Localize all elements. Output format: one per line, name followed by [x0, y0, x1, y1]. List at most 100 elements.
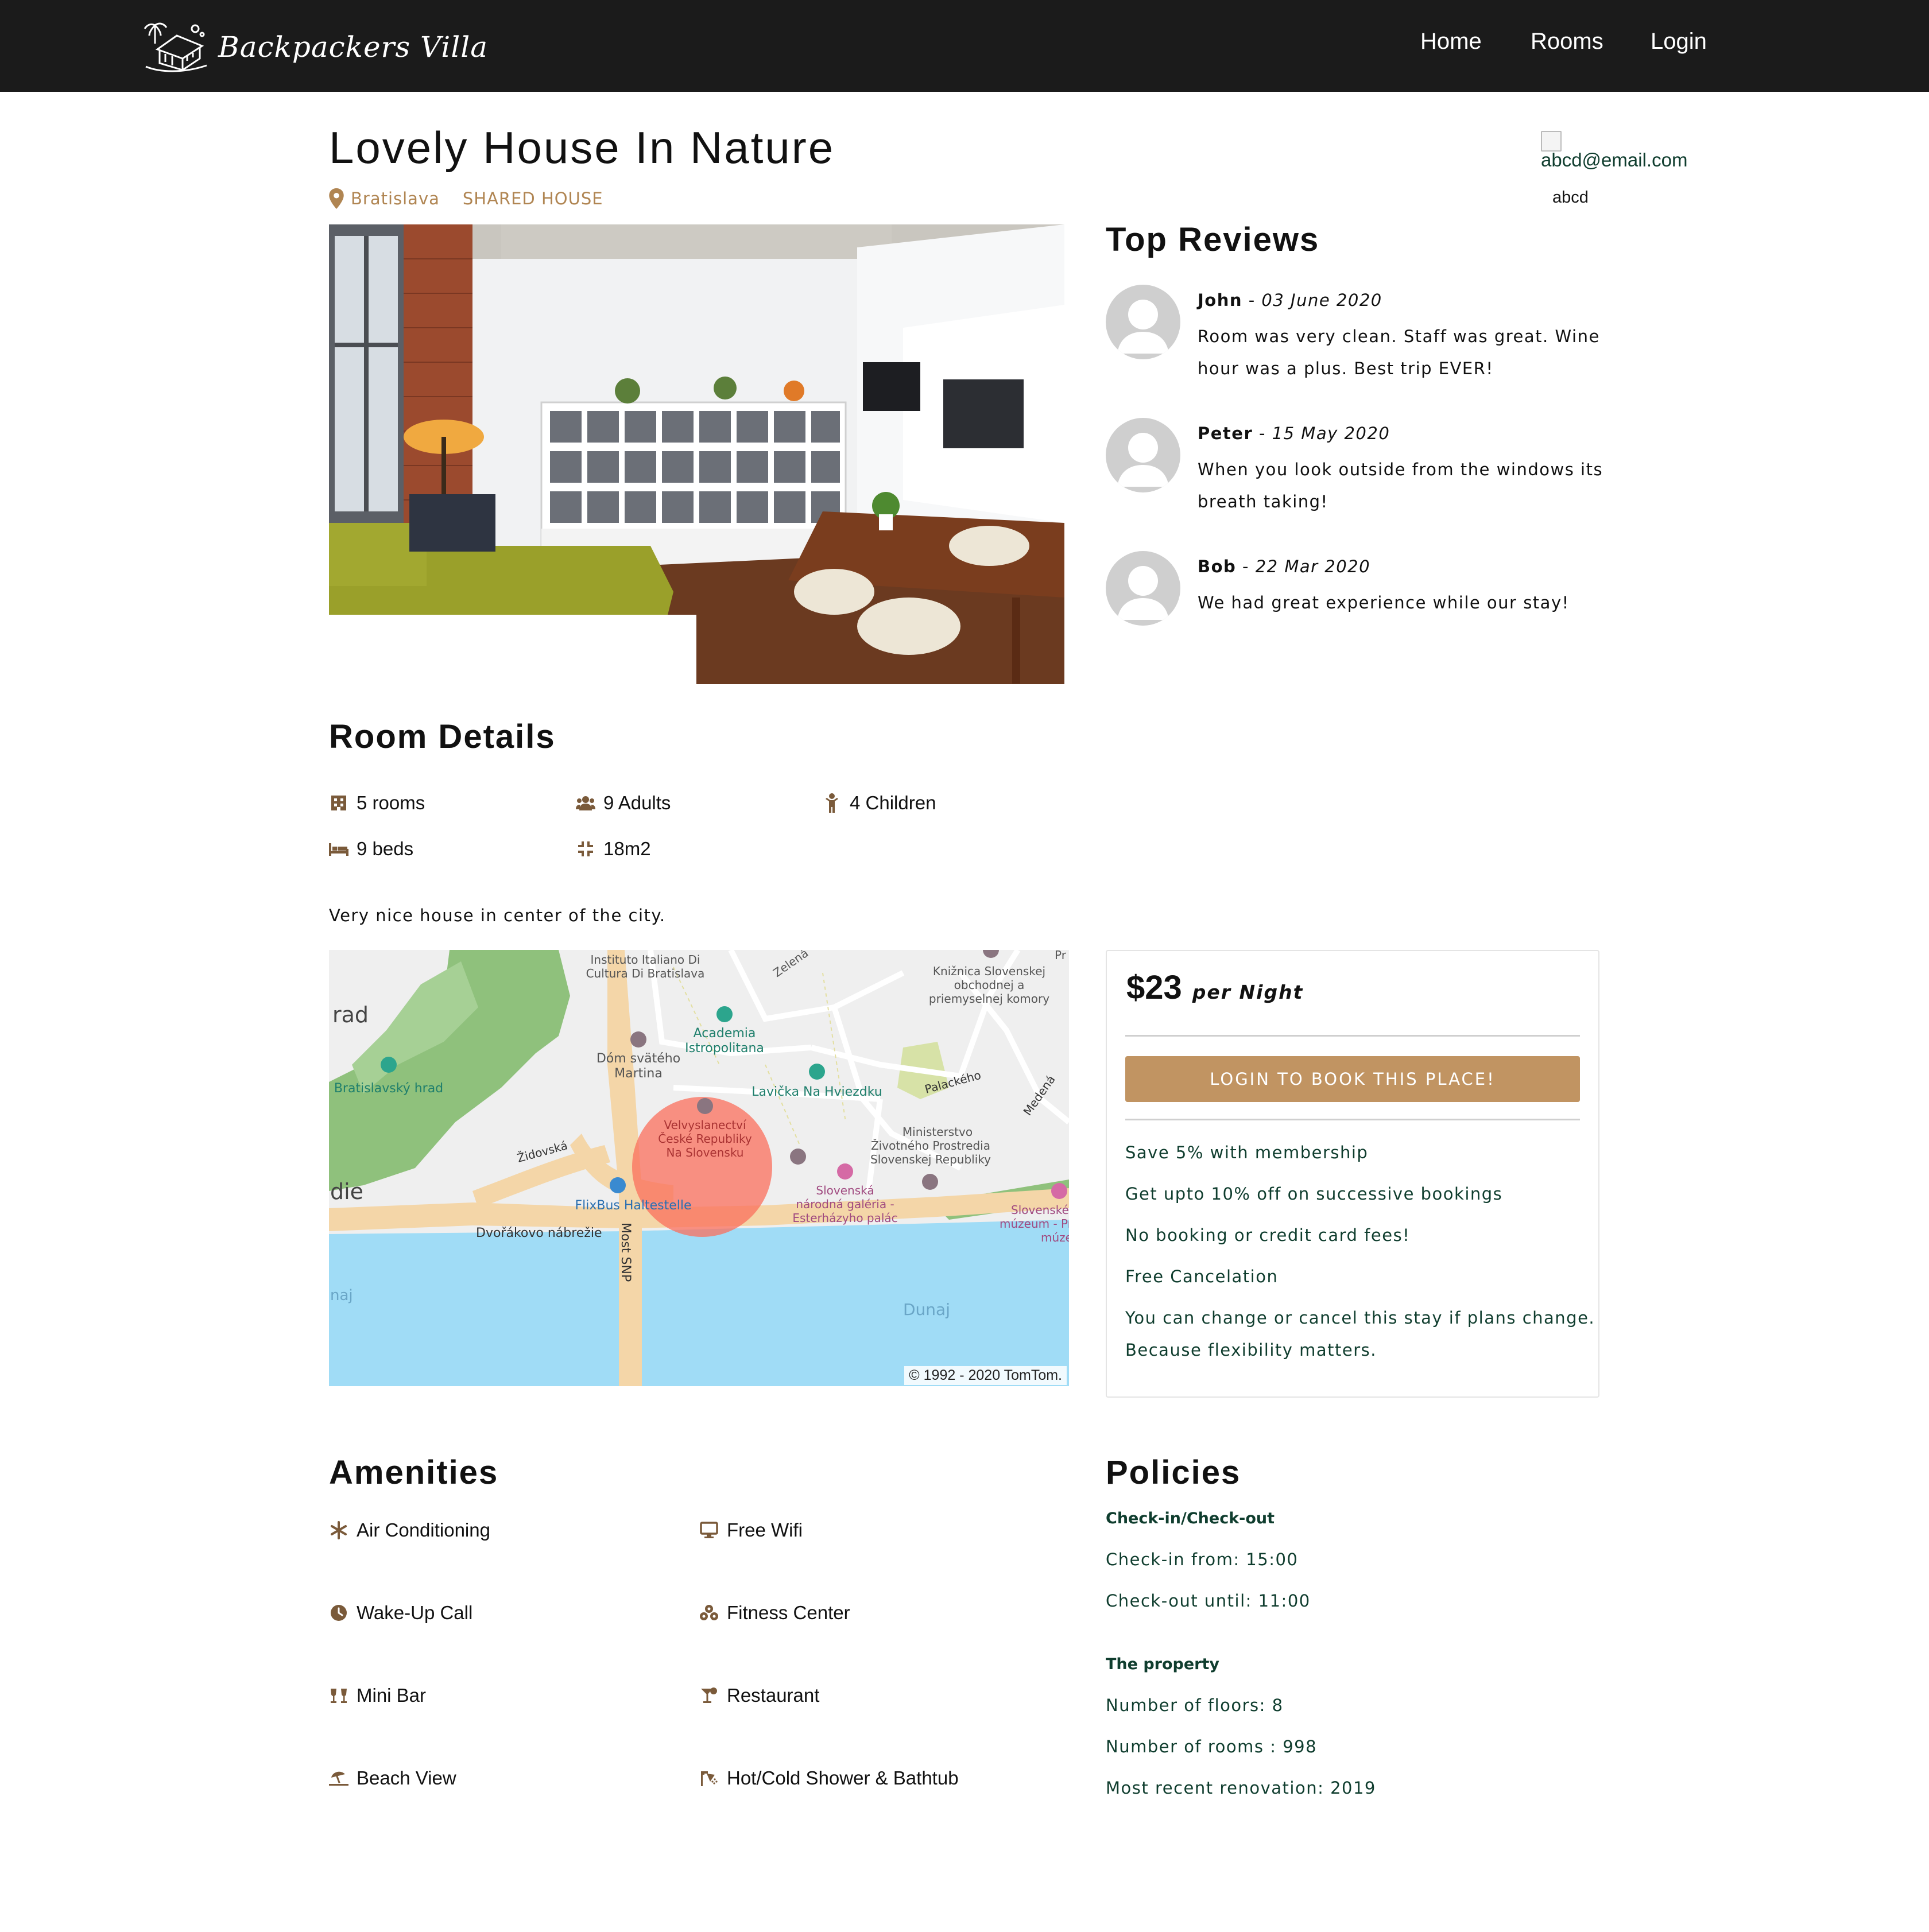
- detail-adults: 9 Adults: [576, 792, 671, 814]
- amenity-item: Free Wifi: [699, 1519, 803, 1541]
- clock-icon: [329, 1603, 348, 1623]
- amenity-label: Hot/Cold Shower & Bathtub: [727, 1767, 959, 1789]
- avatar: [1106, 285, 1180, 359]
- detail-label: 9 beds: [357, 838, 414, 859]
- map-label: Esterházyho palác: [792, 1211, 897, 1225]
- price-amount: $23: [1126, 969, 1182, 1006]
- desktop-icon: [699, 1520, 719, 1540]
- avatar: [1106, 418, 1180, 492]
- map-label: Knižnica Slovenskej: [933, 964, 1045, 978]
- amenity-item: Restaurant: [699, 1685, 819, 1706]
- review-separator: -: [1236, 557, 1256, 576]
- map-label: Dunaj: [903, 1300, 950, 1319]
- user-placeholder-icon: [1117, 433, 1169, 487]
- detail-label: 5 rooms: [357, 792, 425, 813]
- map-label: die: [330, 1179, 363, 1204]
- nav-home-link[interactable]: Home: [1420, 29, 1482, 55]
- price: $23 per Night: [1126, 968, 1303, 1007]
- amenity-item: Mini Bar: [329, 1685, 426, 1706]
- cocktail-icon: [699, 1686, 719, 1705]
- map-label: Na Slovensku: [667, 1146, 744, 1159]
- dumbbell-icon: [699, 1603, 719, 1623]
- divider: [1125, 1035, 1580, 1037]
- map-label: Velvyslanectví: [664, 1118, 747, 1132]
- review-author: Peter: [1198, 424, 1253, 443]
- map-label: Most SNP: [618, 1223, 633, 1282]
- review-separator: -: [1242, 290, 1262, 310]
- navbar: Backpackers Villa Home Rooms Login: [0, 0, 1929, 92]
- room-description: Very nice house in center of the city.: [329, 906, 666, 925]
- user-menu[interactable]: abcd@email.com abcd: [1541, 131, 1696, 207]
- listing-city: Bratislava: [351, 189, 440, 208]
- detail-children: 4 Children: [822, 792, 936, 814]
- map-label: Bratislavský hrad: [334, 1081, 443, 1096]
- amenity-item: Hot/Cold Shower & Bathtub: [699, 1767, 959, 1789]
- umbrella-beach-icon: [329, 1768, 348, 1788]
- map-label: Academia: [694, 1026, 756, 1041]
- listing-category: SHARED HOUSE: [462, 189, 603, 208]
- policies-heading: Policies: [1106, 1454, 1241, 1491]
- detail-label: 9 Adults: [603, 792, 671, 813]
- review-author: John: [1198, 290, 1243, 310]
- review-date: 15 May 2020: [1272, 424, 1390, 443]
- map-label: obchodnej a: [954, 978, 1025, 992]
- map-label: Životného Prostredia: [871, 1139, 990, 1153]
- detail-label: 18m2: [603, 838, 651, 859]
- policy-item: Most recent renovation: 2019: [1106, 1778, 1376, 1798]
- map-label: Pr: [1055, 950, 1067, 962]
- user-name: abcd: [1552, 188, 1589, 207]
- reviews-heading: Top Reviews: [1106, 221, 1320, 258]
- listing-meta: Bratislava SHARED HOUSE: [329, 188, 603, 209]
- price-unit: per Night: [1192, 981, 1304, 1003]
- amenity-label: Wake-Up Call: [357, 1602, 473, 1623]
- nav-login-link[interactable]: Login: [1651, 29, 1707, 55]
- villa-logo-icon: [144, 22, 207, 72]
- amenity-label: Restaurant: [727, 1685, 820, 1706]
- compress-icon: [576, 839, 595, 859]
- review-separator: -: [1253, 424, 1272, 443]
- map-label: Instituto Italiano Di: [591, 953, 700, 967]
- map-label: priemyselnej komory: [929, 992, 1049, 1006]
- map-label: FlixBus Haltestelle: [575, 1198, 691, 1213]
- policy-item: Number of rooms : 998: [1106, 1737, 1318, 1756]
- map-label: Cultura Di Bratislava: [586, 967, 705, 980]
- user-placeholder-icon: [1117, 300, 1169, 354]
- amenity-label: Beach View: [357, 1767, 456, 1789]
- building-icon: [329, 793, 348, 813]
- perk-item: You can change or cancel this stay if pl…: [1125, 1308, 1595, 1328]
- glasses-icon: [329, 1686, 348, 1705]
- review-date: 22 Mar 2020: [1255, 557, 1371, 576]
- nav-rooms-link[interactable]: Rooms: [1531, 29, 1603, 55]
- review-text: When you look outside from the windows i…: [1198, 460, 1603, 511]
- review-text: Room was very clean. Staff was great. Wi…: [1198, 327, 1600, 378]
- child-icon: [822, 793, 842, 813]
- bed-icon: [329, 839, 348, 859]
- amenity-label: Fitness Center: [727, 1602, 850, 1623]
- map-label: Martina: [614, 1066, 663, 1081]
- detail-size: 18m2: [576, 838, 651, 860]
- review-date: 03 June 2020: [1261, 290, 1382, 310]
- amenity-item: Air Conditioning: [329, 1519, 490, 1541]
- map-copyright: © 1992 - 2020 TomTom.: [904, 1366, 1067, 1385]
- listing-title: Lovely House In Nature: [329, 122, 835, 173]
- login-to-book-button[interactable]: LOGIN TO BOOK THIS PLACE!: [1125, 1056, 1580, 1102]
- brand-logo[interactable]: Backpackers Villa: [142, 21, 488, 73]
- policy-item: Number of floors: 8: [1106, 1696, 1284, 1715]
- perk-item: Free Cancelation: [1125, 1267, 1279, 1286]
- amenity-item: Fitness Center: [699, 1602, 850, 1624]
- user-email: abcd@email.com: [1541, 149, 1688, 170]
- amenity-item: Wake-Up Call: [329, 1602, 472, 1624]
- listing-photo: [329, 224, 1064, 684]
- policy-subheading: The property: [1106, 1655, 1220, 1673]
- amenity-item: Beach View: [329, 1767, 456, 1789]
- perk-item: No booking or credit card fees!: [1125, 1225, 1411, 1245]
- perk-item: Save 5% with membership: [1125, 1143, 1369, 1162]
- shower-icon: [699, 1768, 719, 1788]
- amenity-label: Air Conditioning: [357, 1519, 490, 1541]
- location-map[interactable]: Instituto Italiano Di Cultura Di Bratisl…: [329, 950, 1069, 1386]
- perk-item: Get upto 10% off on successive bookings: [1125, 1184, 1503, 1204]
- map-label: Dóm svätého: [596, 1052, 680, 1066]
- user-avatar-broken-image-icon: [1541, 131, 1562, 152]
- map-label: Dvořákovo nábrežie: [476, 1226, 602, 1240]
- avatar: [1106, 551, 1180, 626]
